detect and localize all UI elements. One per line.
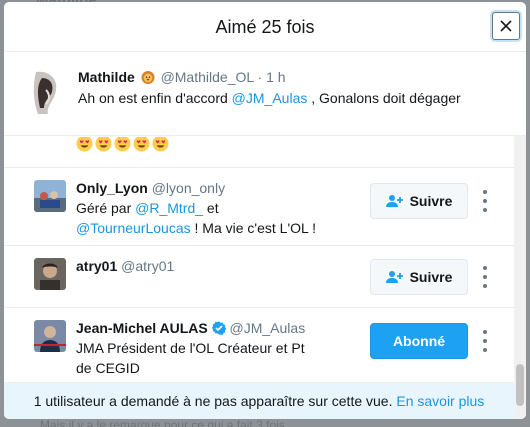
user-handle[interactable]: @atry01 <box>121 258 174 274</box>
learn-more-link[interactable]: En savoir plus <box>396 393 484 409</box>
more-options-icon[interactable] <box>480 190 490 212</box>
list-item-user-jm-aulas[interactable]: Jean-Michel AULAS @JM_Aulas JMA Présiden… <box>4 307 514 382</box>
liked-tweet[interactable]: Mathilde @Mathilde_OL · 1 h Ah on est en… <box>4 52 526 136</box>
more-options-icon[interactable] <box>480 266 490 288</box>
tweet-header: Mathilde @Mathilde_OL · 1 h <box>78 69 286 85</box>
avatar[interactable] <box>34 180 66 212</box>
heart-eyes-emoji-icon <box>95 137 112 152</box>
follow-button[interactable]: Suivre <box>370 259 468 295</box>
more-options-icon[interactable] <box>480 330 490 352</box>
user-header: atry01 @atry01 <box>76 258 174 274</box>
tweet-text-start: Ah on est enfin d'accord <box>78 90 232 106</box>
notice-text: 1 utilisateur a demandé à ne pas apparaî… <box>33 393 397 409</box>
list-item-user-only-lyon[interactable]: Only_Lyon @lyon_only Géré par @R_Mtrd_ e… <box>4 167 514 245</box>
user-name[interactable]: Only_Lyon <box>76 180 148 196</box>
user-handle[interactable]: @JM_Aulas <box>230 320 306 336</box>
follow-user-icon <box>385 195 403 207</box>
tweet-text-end: , Gonalons doit dégager <box>307 90 461 106</box>
user-bio: Géré par @R_Mtrd_ et @TourneurLoucas ! M… <box>76 198 356 238</box>
tweet-separator: · <box>257 69 263 85</box>
bio-text: ! Ma vie c'est L'OL ! <box>190 220 317 236</box>
tweet-author-avatar[interactable] <box>28 68 64 116</box>
heart-eyes-emoji-icon <box>76 137 93 152</box>
tweet-text: Ah on est enfin d'accord @JM_Aulas , Gon… <box>78 90 461 106</box>
user-bio: JMA Président de l'OL Créateur et Pt de … <box>76 338 356 378</box>
follow-button-label: Suivre <box>409 193 453 209</box>
bio-text: JMA Président de l'OL Créateur et Pt <box>76 340 305 356</box>
bio-mention-link[interactable]: @TourneurLoucas <box>76 220 191 236</box>
user-name[interactable]: Jean-Michel AULAS <box>76 320 208 336</box>
heart-eyes-emoji-icon <box>114 137 131 152</box>
follow-button[interactable]: Suivre <box>370 183 468 219</box>
hidden-users-notice: 1 utilisateur a demandé à ne pas apparaî… <box>4 382 514 419</box>
close-button[interactable] <box>492 12 520 40</box>
background-text-bottom: Mais il y a le remarque pour ce qui a fa… <box>40 418 285 427</box>
follow-button-label: Suivre <box>409 269 453 285</box>
previous-bio-emoji-row <box>76 137 169 152</box>
tweet-time[interactable]: 1 h <box>266 69 285 85</box>
following-button[interactable]: Abonné <box>370 323 468 359</box>
verified-badge-icon <box>211 321 226 335</box>
close-icon <box>500 20 512 32</box>
tweet-mention-link[interactable]: @JM_Aulas <box>232 90 308 106</box>
likes-modal: Aimé 25 fois Mathilde @Mathilde_OL · 1 h… <box>4 2 526 419</box>
user-name[interactable]: atry01 <box>76 258 117 274</box>
likers-list: Only_Lyon @lyon_only Géré par @R_Mtrd_ e… <box>4 137 514 382</box>
modal-title: Aimé 25 fois <box>215 17 315 37</box>
list-item-user-atry01[interactable]: atry01 @atry01 Suivre <box>4 245 514 307</box>
avatar[interactable] <box>34 320 66 352</box>
user-header: Jean-Michel AULAS @JM_Aulas <box>76 320 305 336</box>
user-header: Only_Lyon @lyon_only <box>76 180 225 196</box>
scrollbar[interactable] <box>514 136 526 419</box>
bio-text: Géré par <box>76 200 136 216</box>
avatar[interactable] <box>34 258 66 290</box>
heart-eyes-emoji-icon <box>133 137 150 152</box>
heart-eyes-emoji-icon <box>152 137 169 152</box>
bio-mention-link[interactable]: @R_Mtrd_ <box>135 200 203 216</box>
lion-emoji-icon <box>141 71 155 84</box>
bio-text: de CEGID <box>76 360 140 376</box>
tweet-author-handle[interactable]: @Mathilde_OL <box>161 69 254 85</box>
user-handle[interactable]: @lyon_only <box>152 180 225 196</box>
modal-header: Aimé 25 fois <box>4 2 526 52</box>
following-button-label: Abonné <box>392 333 446 349</box>
bio-text: et <box>203 200 219 216</box>
scrollbar-thumb[interactable] <box>516 364 524 406</box>
follow-user-icon <box>385 271 403 283</box>
tweet-author-name[interactable]: Mathilde <box>78 69 135 85</box>
